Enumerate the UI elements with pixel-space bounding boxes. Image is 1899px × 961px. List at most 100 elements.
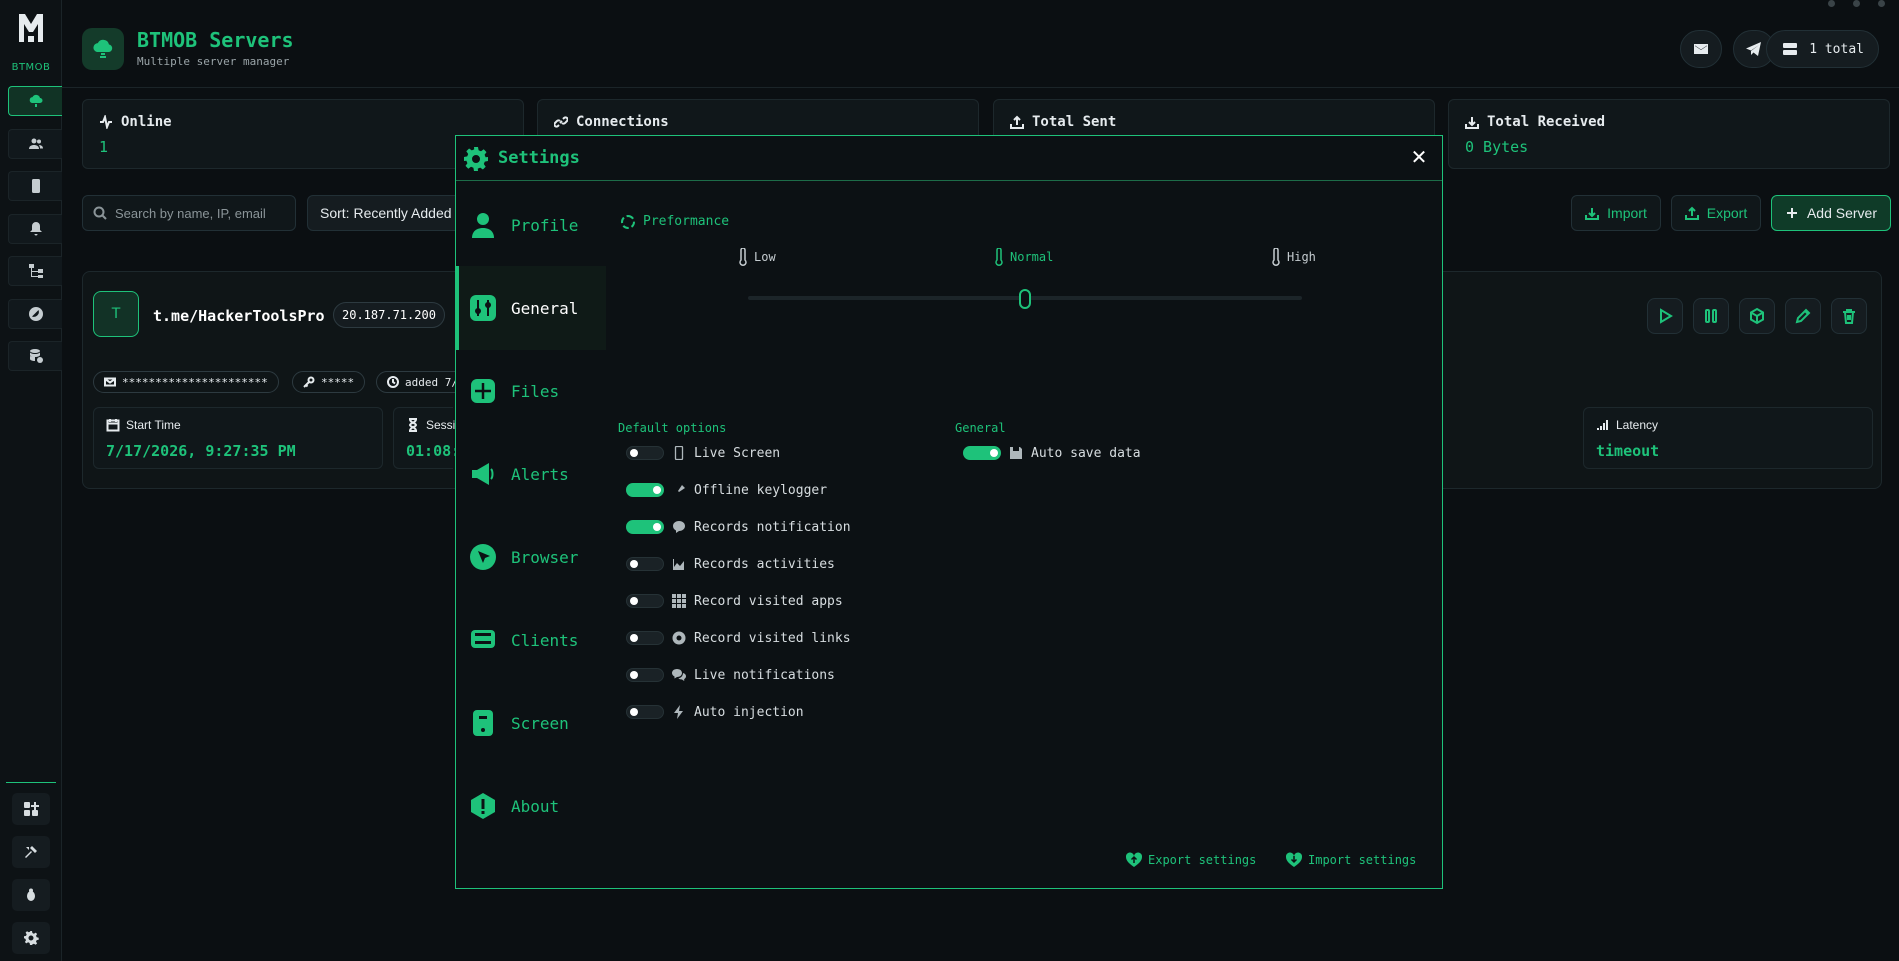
nav-tree[interactable] — [8, 256, 62, 286]
settings-nav-label: Browser — [511, 547, 579, 567]
mail-button[interactable] — [1680, 30, 1722, 68]
option-record-visited-apps[interactable]: Record visited apps — [626, 591, 843, 611]
search-input[interactable] — [115, 205, 285, 221]
import-settings-button[interactable]: Import settings — [1286, 852, 1416, 868]
settings-nav-screen[interactable]: Screen — [456, 681, 606, 765]
sort-select[interactable]: Sort: Recently Added — [307, 195, 467, 231]
settings-nav-about[interactable]: About — [456, 764, 606, 848]
calendar-icon — [106, 419, 120, 432]
delete-server-button[interactable] — [1831, 298, 1867, 334]
upload-icon — [1684, 206, 1699, 220]
settings-nav-general[interactable]: General — [456, 266, 606, 350]
toggle-switch[interactable] — [626, 668, 664, 682]
server-ip-badge[interactable]: 20.187.71.200 — [333, 302, 445, 328]
rail-apps-button[interactable] — [12, 793, 50, 825]
browser-icon — [470, 544, 496, 570]
sitemap-icon — [28, 264, 43, 278]
settings-nav-label: Profile — [511, 215, 579, 235]
performance-high[interactable]: High — [1271, 248, 1316, 266]
session-label: Sessi — [426, 418, 456, 432]
start-server-button[interactable] — [1647, 298, 1683, 334]
performance-normal[interactable]: Normal — [994, 248, 1053, 266]
import-settings-label: Import settings — [1308, 853, 1417, 867]
toggle-switch[interactable] — [626, 631, 664, 645]
option-auto-save-data[interactable]: Auto save data — [963, 443, 1141, 463]
thermometer-icon — [739, 248, 747, 266]
pause-server-button[interactable] — [1693, 298, 1729, 334]
toggle-switch[interactable] — [626, 446, 664, 460]
keylogger-icon — [672, 483, 686, 497]
settings-nav-browser[interactable]: Browser — [456, 515, 606, 599]
nav-database[interactable] — [8, 341, 62, 371]
performance-low[interactable]: Low — [738, 248, 776, 266]
option-records-notification[interactable]: Records notification — [626, 517, 851, 537]
megaphone-icon — [472, 463, 494, 485]
sidebar-rail: BTMOB — [0, 0, 62, 961]
rail-settings-button[interactable] — [12, 922, 50, 954]
performance-title: Preformance — [643, 214, 730, 229]
app-logo-icon — [19, 14, 43, 42]
toggle-switch[interactable] — [963, 446, 1001, 460]
import-heart-icon — [1286, 852, 1302, 867]
settings-title: Settings — [498, 148, 580, 168]
clock-icon — [387, 376, 399, 388]
thermometer-icon — [1272, 248, 1280, 266]
edit-server-button[interactable] — [1785, 298, 1821, 334]
nav-notifications[interactable] — [8, 214, 62, 244]
settings-nav-alerts[interactable]: Alerts — [456, 432, 606, 516]
window-dot[interactable] — [1878, 0, 1885, 7]
option-live-notifications[interactable]: Live notifications — [626, 665, 835, 685]
plus-icon — [1786, 208, 1797, 218]
export-settings-button[interactable]: Export settings — [1126, 852, 1256, 868]
option-auto-injection[interactable]: Auto injection — [626, 702, 804, 722]
session-box: Sessi 01:08: — [393, 407, 460, 469]
settings-nav-label: About — [511, 796, 560, 816]
option-records-activities[interactable]: Records activities — [626, 554, 835, 574]
toggle-switch[interactable] — [626, 594, 664, 608]
add-server-button[interactable]: Add Server — [1771, 195, 1891, 231]
upload-icon — [1010, 115, 1024, 129]
option-live-screen[interactable]: Live Screen — [626, 443, 780, 463]
search-box[interactable] — [82, 195, 296, 231]
option-label: Auto save data — [1031, 445, 1141, 461]
latency-label: Latency — [1616, 418, 1659, 432]
server-count-pill[interactable]: 1 total — [1766, 30, 1879, 68]
option-offline-keylogger[interactable]: Offline keylogger — [626, 480, 827, 500]
option-record-visited-links[interactable]: Record visited links — [626, 628, 851, 648]
activity-chart-icon — [672, 557, 686, 571]
toggle-switch[interactable] — [626, 520, 664, 534]
settings-nav-clients[interactable]: Clients — [456, 598, 606, 682]
export-button[interactable]: Export — [1671, 195, 1761, 231]
window-dot[interactable] — [1828, 0, 1835, 7]
save-icon — [1009, 446, 1023, 460]
settings-nav-profile[interactable]: Profile — [456, 183, 606, 267]
performance-heading: Preformance — [621, 214, 729, 229]
rail-tools-button[interactable] — [12, 836, 50, 868]
import-button[interactable]: Import — [1571, 195, 1661, 231]
chrome-icon — [672, 631, 686, 645]
window-dot[interactable] — [1853, 0, 1860, 7]
performance-low-label: Low — [754, 250, 776, 264]
phone-screen-icon — [473, 710, 493, 736]
performance-slider-handle[interactable] — [1019, 289, 1031, 309]
toggle-switch[interactable] — [626, 557, 664, 571]
nav-users[interactable] — [8, 129, 62, 159]
start-time-label: Start Time — [126, 418, 181, 432]
nav-blocked[interactable] — [8, 299, 62, 329]
server-email-chip[interactable]: ********************** — [93, 371, 279, 393]
package-button[interactable] — [1739, 298, 1775, 334]
app-header: BTMOB Servers Multiple server manager 1 … — [62, 0, 1899, 88]
toggle-switch[interactable] — [626, 705, 664, 719]
pencil-icon — [1795, 308, 1811, 324]
server-password-chip[interactable]: ***** — [292, 371, 366, 393]
toggle-switch[interactable] — [626, 483, 664, 497]
settings-nav-label: Files — [511, 381, 560, 401]
key-icon — [303, 376, 315, 388]
settings-nav-files[interactable]: Files — [456, 349, 606, 433]
rail-bug-button[interactable] — [12, 879, 50, 911]
nav-servers[interactable] — [8, 86, 62, 116]
search-icon — [93, 206, 107, 220]
nav-devices[interactable] — [8, 171, 62, 201]
close-button[interactable]: ✕ — [1408, 145, 1430, 169]
server-rack-icon — [1783, 43, 1798, 55]
